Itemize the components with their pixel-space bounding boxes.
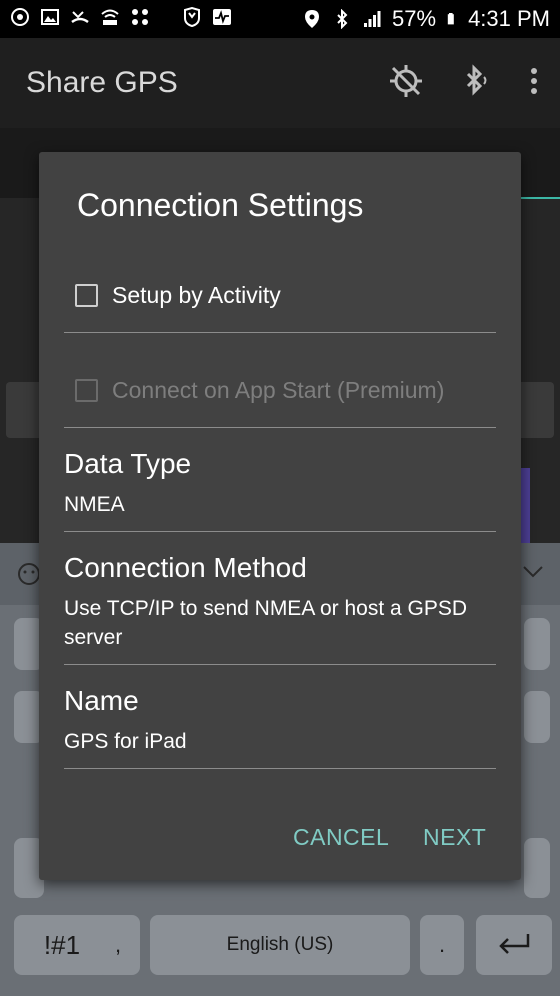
- pref-name[interactable]: Name GPS for iPad: [64, 685, 496, 756]
- pref-title: Name: [64, 685, 139, 716]
- notification-icons: [10, 7, 232, 27]
- pref-title: Connection Method: [64, 552, 307, 583]
- enter-icon: [499, 934, 530, 954]
- connect-on-start-row: Connect on App Start (Premium): [75, 377, 444, 404]
- checkbox-label: Connect on App Start (Premium): [112, 377, 445, 403]
- comma-key[interactable]: ,: [96, 915, 140, 975]
- gps-off-icon[interactable]: [388, 63, 424, 99]
- chevron-down-icon[interactable]: [522, 565, 544, 579]
- pref-summary: Use TCP/IP to send NMEA or host a GPSD s…: [64, 597, 468, 649]
- pref-summary: NMEA: [64, 493, 125, 516]
- divider: [64, 768, 496, 769]
- app-bar-actions: [388, 63, 540, 99]
- power-icon: [11, 8, 29, 26]
- dialog-title: Connection Settings: [77, 187, 364, 223]
- apps-icon: [132, 9, 148, 25]
- pref-connection-method[interactable]: Connection Method Use TCP/IP to send NME…: [64, 552, 496, 652]
- image-icon: [41, 9, 59, 25]
- space-key[interactable]: English (US): [150, 915, 410, 975]
- checkbox-label: Setup by Activity: [112, 282, 281, 308]
- divider: [64, 427, 496, 428]
- pref-title: Data Type: [64, 448, 192, 479]
- bluetooth-icon: [337, 9, 348, 29]
- battery-percent: 57%: [392, 6, 437, 31]
- key-row2-right[interactable]: [524, 691, 550, 743]
- setup-by-activity-row[interactable]: Setup by Activity: [75, 282, 281, 309]
- divider: [64, 531, 496, 532]
- next-button[interactable]: NEXT: [423, 824, 486, 851]
- connection-settings-dialog: Connection Settings Setup by Activity Co…: [39, 152, 521, 880]
- pref-summary: GPS for iPad: [64, 730, 187, 753]
- app-bar: Share GPS: [0, 38, 560, 128]
- period-key[interactable]: .: [420, 915, 464, 975]
- signal-icon: [364, 11, 381, 27]
- key-row1-right[interactable]: [524, 618, 550, 670]
- status-bar: 57% 4:31 PM: [0, 0, 560, 38]
- overflow-menu-icon[interactable]: [528, 63, 540, 99]
- enter-key[interactable]: [476, 915, 552, 975]
- location-icon: [305, 10, 320, 28]
- activity-icon: [213, 9, 231, 25]
- setup-by-activity-checkbox[interactable]: [75, 284, 98, 307]
- app-title: Share GPS: [26, 66, 178, 99]
- system-icons: 57% 4:31 PM: [302, 6, 550, 32]
- battery-icon: [447, 13, 454, 25]
- shield-icon: [184, 7, 200, 27]
- divider: [64, 664, 496, 665]
- connect-on-start-checkbox: [75, 379, 98, 402]
- bluetooth-audio-icon[interactable]: [458, 63, 494, 99]
- divider: [64, 332, 496, 333]
- background-accent: [520, 468, 530, 543]
- missed-call-icon: [71, 11, 89, 24]
- pref-data-type[interactable]: Data Type NMEA: [64, 448, 496, 519]
- clock: 4:31 PM: [468, 6, 550, 31]
- tab-indicator: [520, 197, 560, 199]
- cancel-button[interactable]: CANCEL: [293, 824, 389, 851]
- backspace-key[interactable]: [524, 838, 550, 898]
- wifi-hotspot-icon: [101, 9, 119, 25]
